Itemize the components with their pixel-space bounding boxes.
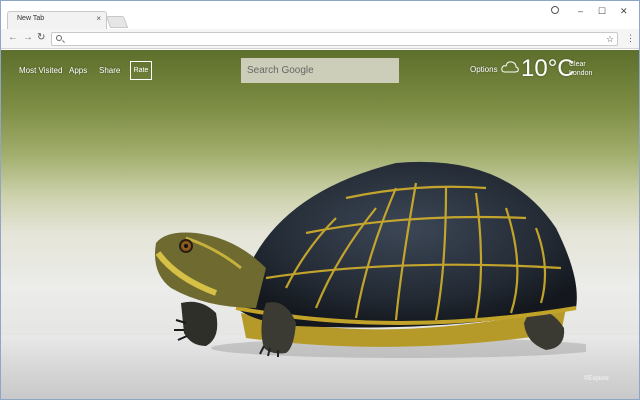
tab-title: New Tab xyxy=(17,15,45,22)
weather-details: Clear London xyxy=(569,60,592,78)
weather-location: London xyxy=(569,70,593,77)
address-input[interactable] xyxy=(66,34,596,44)
address-bar[interactable]: ☆ xyxy=(51,32,618,46)
new-tab-page: Most Visited Apps Share Rate Options 10°… xyxy=(1,50,639,399)
new-tab-button[interactable] xyxy=(105,16,129,28)
turtle-image xyxy=(155,161,586,358)
photo-credit[interactable]: ©Explore xyxy=(584,376,609,382)
menu-icon[interactable]: ⋮ xyxy=(626,33,635,44)
options-link[interactable]: Options xyxy=(470,65,498,74)
rate-button[interactable]: Rate xyxy=(130,61,152,80)
temperature-readout: 10°C xyxy=(521,55,575,82)
most-visited-link[interactable]: Most Visited xyxy=(19,66,62,75)
bookmark-star-icon[interactable]: ☆ xyxy=(606,33,614,45)
share-link[interactable]: Share xyxy=(99,66,120,75)
tab-strip: New Tab × – ☐ ✕ xyxy=(1,1,639,29)
maximize-button[interactable]: ☐ xyxy=(598,6,606,16)
profile-icon[interactable] xyxy=(551,6,559,14)
reload-icon[interactable]: ↻ xyxy=(37,32,45,44)
toolbar: ← → ↻ ☆ ⋮ xyxy=(1,29,639,49)
weather-condition: Clear xyxy=(569,61,586,68)
google-search-input[interactable] xyxy=(241,58,399,83)
back-arrow-icon[interactable]: ← xyxy=(8,32,18,44)
apps-link[interactable]: Apps xyxy=(69,66,87,75)
search-icon xyxy=(56,35,62,41)
close-window-button[interactable]: ✕ xyxy=(620,6,628,16)
forward-arrow-icon[interactable]: → xyxy=(23,32,33,44)
tab-new-tab[interactable]: New Tab × xyxy=(7,11,107,29)
browser-window: New Tab × – ☐ ✕ ← → ↻ ☆ ⋮ Most Visited A… xyxy=(0,0,640,400)
minimize-button[interactable]: – xyxy=(578,6,583,16)
cloud-icon xyxy=(501,61,519,73)
close-tab-icon[interactable]: × xyxy=(96,14,101,24)
